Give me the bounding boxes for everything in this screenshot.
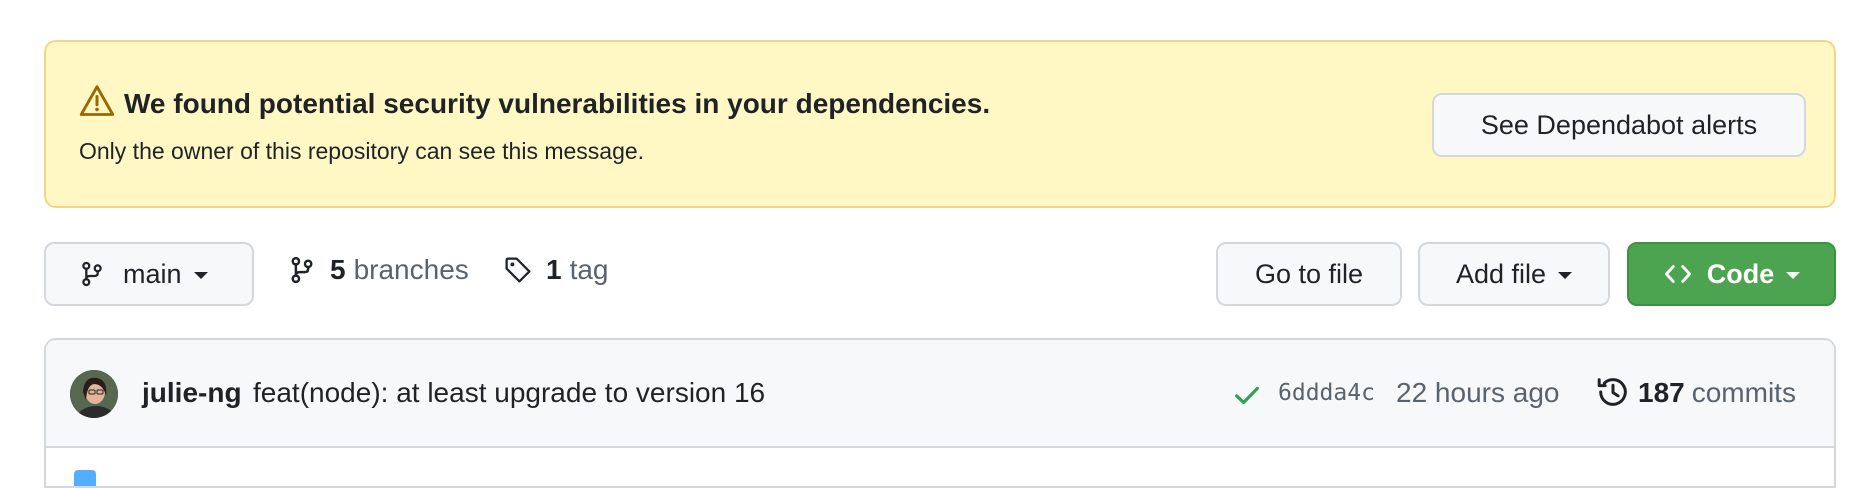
alert-title: We found potential security vulnerabilit… bbox=[124, 88, 991, 119]
alert-subtitle: Only the owner of this repository can se… bbox=[79, 138, 645, 164]
alert-triangle-icon bbox=[79, 85, 115, 116]
add-file-button[interactable]: Add file bbox=[1418, 242, 1610, 306]
tags-link[interactable]: 1 tag bbox=[504, 254, 609, 286]
git-branch-icon bbox=[291, 256, 313, 284]
chevron-down-icon bbox=[1558, 272, 1573, 279]
avatar-image bbox=[70, 370, 118, 418]
chevron-down-icon bbox=[1786, 272, 1801, 279]
branch-selector-button[interactable]: main bbox=[44, 242, 254, 306]
commit-time: 22 hours ago bbox=[1396, 377, 1560, 408]
branches-label: branches bbox=[353, 254, 469, 285]
git-branch-icon bbox=[82, 261, 102, 287]
check-icon[interactable] bbox=[1232, 380, 1262, 410]
code-icon bbox=[1664, 265, 1691, 283]
folder-icon bbox=[74, 470, 96, 486]
commits-count: 187 bbox=[1638, 377, 1685, 408]
commits-link[interactable]: 187 commits bbox=[1638, 377, 1796, 409]
see-dependabot-alerts-button[interactable]: See Dependabot alerts bbox=[1432, 93, 1806, 157]
commit-sha[interactable]: 6ddda4c bbox=[1278, 380, 1375, 406]
branches-link[interactable]: 5 branches bbox=[288, 254, 469, 286]
code-label: Code bbox=[1706, 258, 1775, 289]
commit-author[interactable]: julie-ng bbox=[142, 377, 242, 409]
code-button[interactable]: Code bbox=[1627, 242, 1836, 306]
avatar[interactable] bbox=[70, 370, 118, 418]
history-icon bbox=[1597, 378, 1627, 406]
latest-commit-bar: julie-ng feat(node): at least upgrade to… bbox=[46, 340, 1834, 448]
go-to-file-button[interactable]: Go to file bbox=[1216, 242, 1402, 306]
branch-name: main bbox=[123, 258, 182, 289]
commit-message[interactable]: feat(node): at least upgrade to version … bbox=[253, 377, 765, 409]
tags-label: tag bbox=[569, 254, 609, 285]
add-file-label: Add file bbox=[1455, 258, 1547, 289]
file-list-box: julie-ng feat(node): at least upgrade to… bbox=[44, 338, 1836, 488]
branches-count: 5 bbox=[330, 254, 346, 285]
tags-count: 1 bbox=[546, 254, 562, 285]
chevron-down-icon bbox=[193, 272, 208, 279]
tag-icon bbox=[505, 257, 531, 283]
commits-label: commits bbox=[1691, 377, 1796, 408]
security-alert-banner: We found potential security vulnerabilit… bbox=[44, 40, 1836, 208]
